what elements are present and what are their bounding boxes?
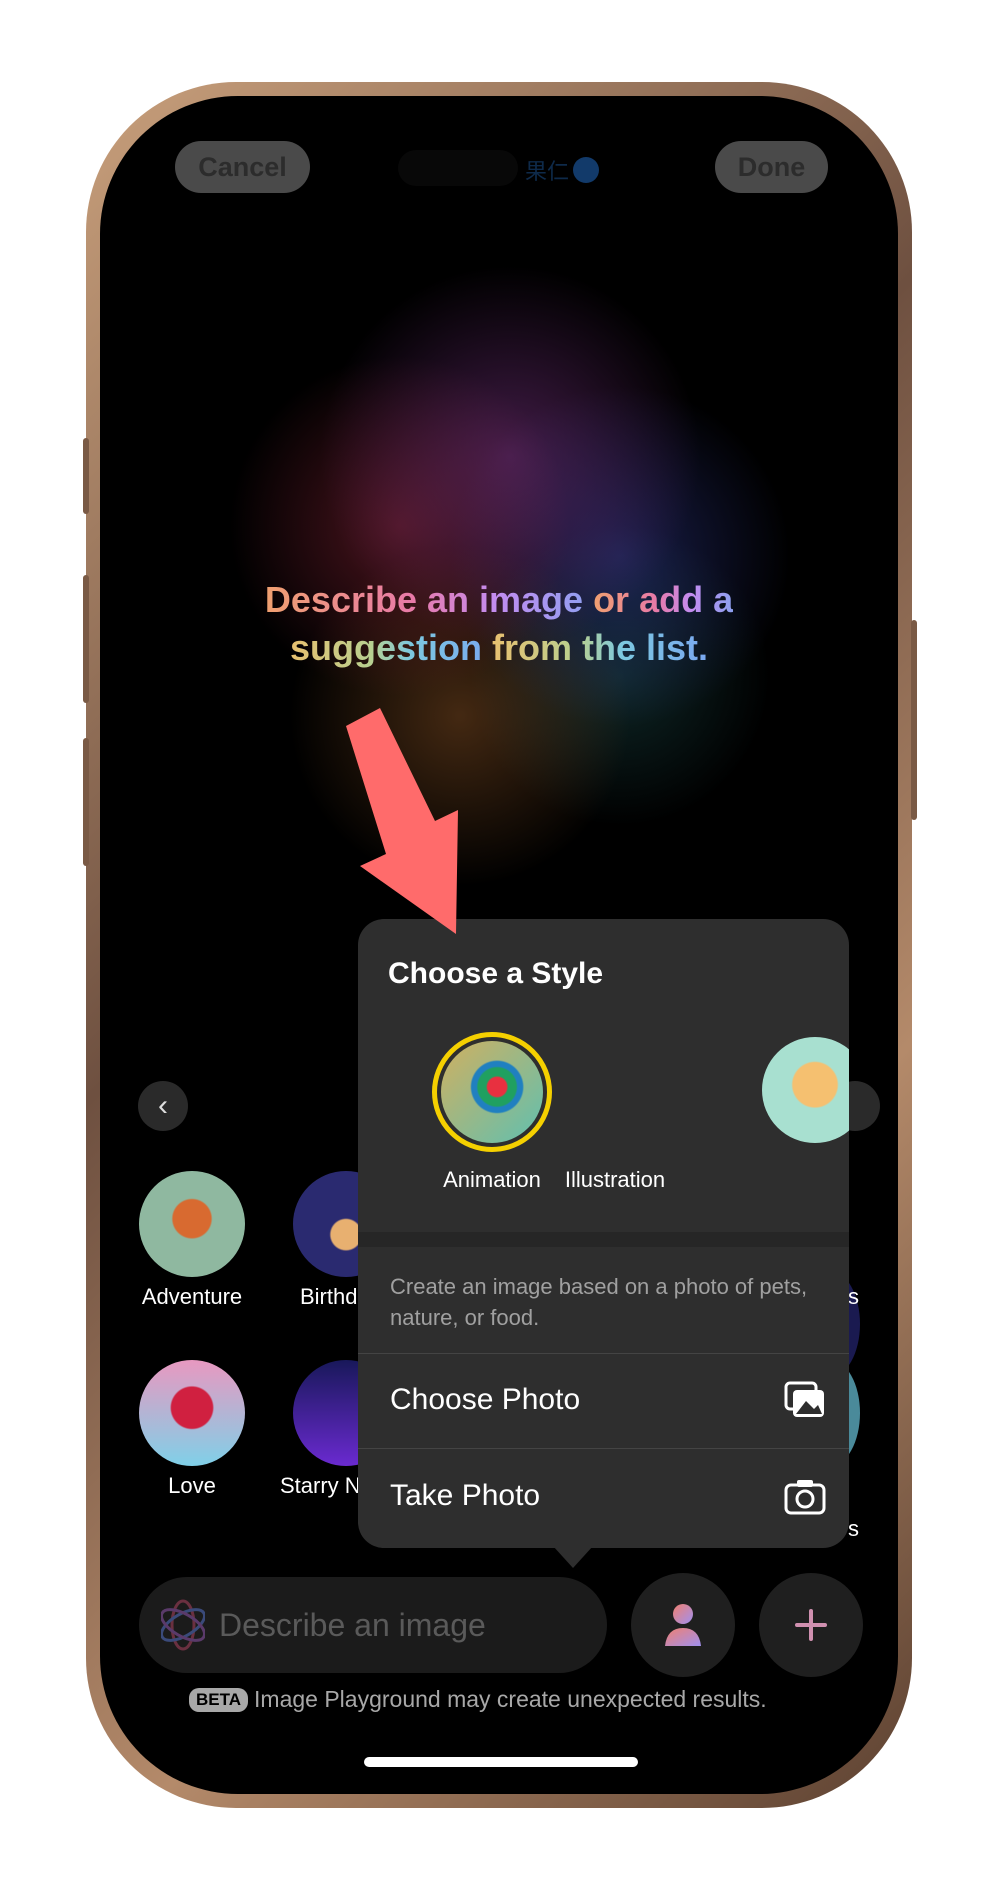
prompt-text: Describe an image — [264, 579, 594, 620]
suggestion-label: Love — [168, 1473, 216, 1498]
photo-library-icon — [784, 1381, 824, 1417]
describe-input[interactable]: Describe an image — [139, 1577, 607, 1673]
volume-up-button — [83, 575, 89, 703]
menu-item-label: Choose Photo — [390, 1383, 581, 1416]
style-label: Illustration — [564, 1167, 666, 1192]
plus-icon — [795, 1609, 827, 1641]
prompt-text: suggestion — [289, 627, 492, 668]
scroll-left-button[interactable]: ‹ — [138, 1081, 188, 1131]
status-indicator: 果仁 — [525, 154, 600, 186]
add-button[interactable] — [759, 1573, 863, 1677]
suggestion-label: Adventure — [141, 1284, 243, 1309]
action-button — [83, 438, 89, 514]
popover-title: Choose a Style — [388, 957, 604, 990]
chevron-left-icon: ‹ — [158, 1089, 168, 1122]
style-animation[interactable] — [432, 1032, 552, 1152]
person-icon — [665, 1604, 701, 1646]
arrow-icon — [346, 708, 458, 934]
popover-description: Create an image based on a photo of pets… — [390, 1274, 808, 1330]
power-button — [911, 620, 917, 820]
cancel-button[interactable]: Cancel — [175, 141, 310, 193]
camera-icon — [784, 1480, 826, 1515]
beach-ball-icon — [441, 1041, 543, 1143]
suggestion-love[interactable] — [139, 1360, 245, 1466]
home-indicator[interactable] — [364, 1757, 638, 1767]
section-divider — [358, 1232, 849, 1247]
suggestion-label: s — [848, 1516, 859, 1541]
menu-item-label: Take Photo — [390, 1479, 541, 1512]
annotation-arrow — [346, 708, 458, 934]
done-button[interactable]: Done — [715, 141, 828, 193]
beta-text: Image Playground may create unexpected r… — [254, 1686, 767, 1712]
prompt-text: or add a — [593, 579, 734, 620]
choose-photo-item[interactable]: Choose Photo — [358, 1354, 849, 1448]
person-button[interactable] — [631, 1573, 735, 1677]
suggestion-label: s — [848, 1284, 859, 1309]
dynamic-island — [398, 150, 518, 186]
status-text: 果仁 — [525, 159, 570, 184]
beta-notice: BETA Image Playground may create unexpec… — [189, 1686, 767, 1713]
image-playground-icon — [161, 1599, 205, 1651]
suggestion-adventure[interactable] — [139, 1171, 245, 1277]
beta-badge: BETA — [189, 1687, 249, 1712]
style-popover: Choose a Style Animation Illustration Cr… — [358, 919, 849, 1548]
popover-tail — [553, 1546, 593, 1568]
take-photo-item[interactable]: Take Photo — [358, 1449, 849, 1548]
volume-down-button — [83, 738, 89, 866]
person-icon — [573, 157, 600, 183]
screen: Cancel Done 果仁 Describe an image or add … — [100, 96, 898, 1794]
prompt-headline: Describe an image or add a suggestion fr… — [100, 576, 898, 672]
input-placeholder: Describe an image — [219, 1606, 486, 1643]
prompt-text: from the list. — [491, 627, 709, 668]
style-illustration[interactable] — [762, 1037, 849, 1143]
